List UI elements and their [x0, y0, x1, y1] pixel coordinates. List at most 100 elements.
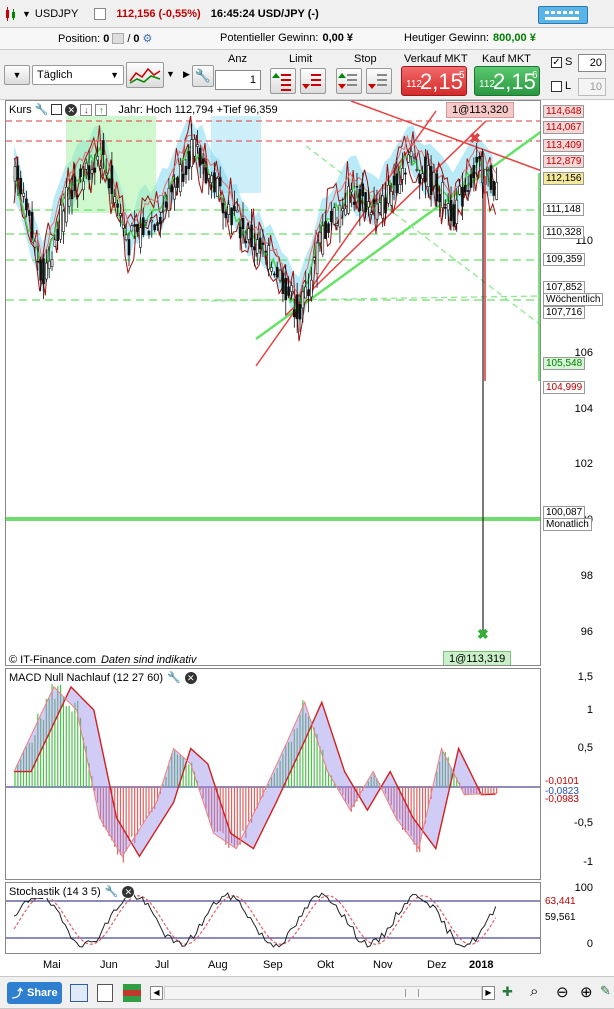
- print-icon[interactable]: [97, 984, 113, 1002]
- candle-body: [367, 201, 370, 208]
- macd-axis-tick: 1: [586, 704, 593, 716]
- candle-body: [36, 260, 40, 263]
- layers-icon[interactable]: [123, 984, 141, 1002]
- candle-body: [404, 172, 407, 175]
- candle-body: [144, 219, 148, 223]
- price-level-tag: Wöchentlich: [543, 293, 604, 306]
- crosshair-icon[interactable]: ✚: [502, 984, 520, 1002]
- s-checkbox[interactable]: ✓: [551, 57, 562, 68]
- candle-body: [124, 234, 128, 241]
- candle-body: [173, 186, 176, 200]
- calculator-icon[interactable]: [70, 984, 88, 1002]
- move-up-icon[interactable]: ↑: [95, 103, 108, 116]
- candle-body: [247, 228, 250, 240]
- header-time: 16:45:24 USD/JPY (-): [210, 8, 319, 20]
- wrench-icon[interactable]: 🔧: [167, 671, 181, 684]
- l-input[interactable]: 10: [578, 78, 606, 96]
- candle-body: [207, 174, 211, 179]
- candle-body: [201, 158, 205, 165]
- macd-panel[interactable]: MACD Null Nachlauf (12 27 60) 🔧 ✕: [5, 668, 541, 880]
- candle-body: [33, 240, 37, 248]
- candle-body: [213, 172, 216, 193]
- stop-buy-button[interactable]: [336, 68, 362, 94]
- horizontal-scrollbar[interactable]: [164, 986, 482, 1000]
- price-level-tag: Monatlich: [543, 518, 592, 531]
- toolbar-arrow-icon[interactable]: ▶: [183, 69, 190, 80]
- info-icon[interactable]: [94, 8, 107, 20]
- sell-button[interactable]: 112 2,15 5: [401, 66, 467, 96]
- scroll-right-button[interactable]: ▶: [482, 986, 495, 1000]
- candle-body: [184, 166, 188, 175]
- stochastic-panel[interactable]: Stochastik (14 3 5) 🔧 ✕: [5, 882, 541, 954]
- price-level-tag: 109,359: [543, 253, 586, 266]
- candle-body: [312, 257, 316, 261]
- close-icon[interactable]: ✕: [184, 671, 197, 684]
- candle-body: [136, 223, 139, 233]
- candle-body: [472, 164, 476, 179]
- limit-buy-button[interactable]: [270, 68, 296, 94]
- period-select[interactable]: Täglich ▼: [32, 65, 124, 85]
- wrench-button[interactable]: 🔧: [192, 65, 214, 87]
- anz-input[interactable]: 1: [215, 70, 261, 90]
- candle-body: [372, 199, 376, 204]
- s-input[interactable]: 20: [578, 54, 606, 72]
- price-level-tag: 114,067: [543, 121, 585, 134]
- pen-icon[interactable]: ✎: [600, 983, 611, 999]
- wrench-icon[interactable]: 🔧: [105, 885, 119, 898]
- limit-sell-button[interactable]: [300, 68, 326, 94]
- l-checkbox[interactable]: [551, 81, 562, 92]
- candle-body: [421, 173, 424, 179]
- candle-body: [307, 289, 310, 297]
- close-icon[interactable]: ✕: [122, 885, 135, 898]
- candle-body: [315, 242, 319, 275]
- candle-body: [444, 207, 447, 209]
- candle-body: [164, 201, 168, 208]
- zoom-in-icon[interactable]: ⊕: [580, 983, 593, 1001]
- price-chart-canvas[interactable]: ✖✖: [6, 101, 541, 666]
- candle-body: [401, 167, 404, 180]
- candle-body: [156, 222, 159, 226]
- macd-canvas[interactable]: [6, 669, 541, 880]
- symbol-dropdown-icon[interactable]: ▼: [22, 9, 31, 19]
- candle-body: [344, 208, 347, 216]
- candle-body: [387, 184, 390, 204]
- candle-body: [150, 220, 154, 223]
- price-chart-panel[interactable]: ✖ ✖ Kurs 🔧 ✕ ↓ ↑ Jahr: Hoch 112,794 +Tief…: [5, 100, 541, 666]
- candle-body: [395, 173, 399, 194]
- candle-body: [264, 250, 268, 253]
- candle-body: [224, 212, 228, 219]
- candle-body: [233, 206, 236, 212]
- candle-body: [227, 203, 231, 215]
- scrollbar-grip[interactable]: [405, 989, 419, 997]
- candle-body: [87, 165, 91, 180]
- top-order-badge[interactable]: 1@113,320: [446, 102, 515, 118]
- candle-body: [392, 175, 396, 186]
- candle-body: [82, 180, 85, 191]
- indicator-button[interactable]: [126, 62, 164, 88]
- candle-body: [50, 258, 54, 267]
- indicator-dropdown-icon[interactable]: ▼: [166, 69, 175, 79]
- chart-type-dropdown[interactable]: ▼: [4, 65, 30, 85]
- candle-body: [179, 164, 182, 193]
- zoom-fit-icon[interactable]: ⌕: [530, 983, 538, 1000]
- zoom-out-icon[interactable]: ⊖: [556, 983, 569, 1001]
- candle-body: [381, 195, 384, 219]
- candle-body: [73, 176, 77, 191]
- maximize-icon[interactable]: [51, 104, 63, 115]
- stop-sell-button[interactable]: [366, 68, 392, 94]
- scroll-left-button[interactable]: ◀: [150, 986, 163, 1000]
- candle-body: [409, 150, 413, 157]
- bottom-order-badge[interactable]: 1@113,319: [443, 651, 512, 665]
- buy-button[interactable]: 112 2,15 6: [474, 66, 540, 96]
- close-icon[interactable]: ✕: [65, 103, 78, 116]
- candle-body: [324, 221, 327, 239]
- wrench-icon[interactable]: 🔧: [35, 103, 49, 116]
- position-close-icon[interactable]: [112, 33, 125, 44]
- candle-body: [196, 144, 199, 147]
- month-label: Dez: [427, 959, 447, 971]
- keyboard-icon[interactable]: [538, 6, 588, 24]
- move-down-icon[interactable]: ↓: [80, 103, 93, 116]
- gear-icon[interactable]: ⚙: [143, 32, 153, 45]
- stochastic-d-line: [13, 895, 497, 945]
- share-button[interactable]: ⤴ Share: [7, 982, 62, 1004]
